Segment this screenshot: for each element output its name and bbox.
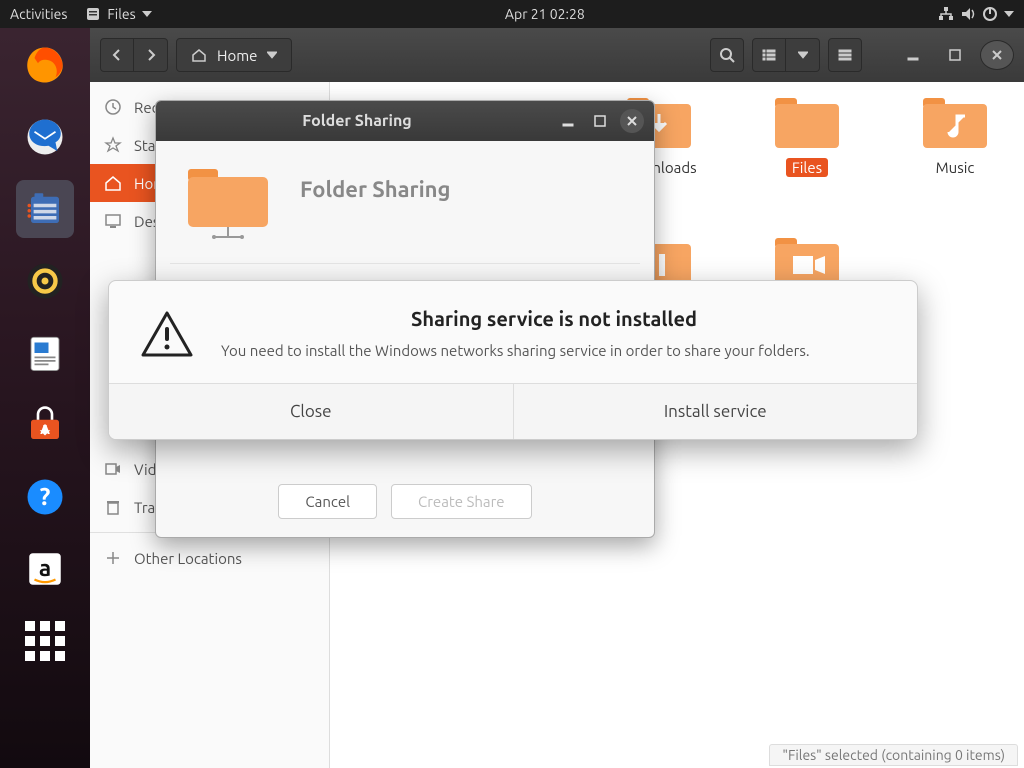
video-icon [104, 460, 122, 478]
home-icon [104, 174, 122, 192]
folder-icon [919, 92, 991, 152]
hamburger-icon [837, 47, 853, 63]
files-headerbar: Home [90, 28, 1024, 82]
window-minimize-button[interactable] [896, 38, 930, 72]
maximize-icon [594, 115, 606, 127]
dialog-title: Folder Sharing [166, 112, 548, 130]
star-icon [104, 136, 122, 154]
folder-label: Files [786, 158, 828, 177]
dialog-titlebar[interactable]: Folder Sharing [156, 101, 654, 141]
dialog-minimize-button[interactable] [556, 109, 580, 133]
chevron-down-icon [1004, 9, 1014, 19]
dock-show-apps[interactable] [16, 612, 74, 670]
alert-install-button[interactable]: Install service [513, 384, 918, 439]
dock-libreoffice-writer[interactable] [16, 324, 74, 382]
install-service-alert: Sharing service is not installed You nee… [108, 280, 918, 440]
view-dropdown-button[interactable] [786, 38, 820, 72]
chevron-down-icon [267, 50, 277, 60]
minimize-icon [562, 115, 574, 127]
window-maximize-button[interactable] [938, 38, 972, 72]
status-text: "Files" selected (containing 0 items) [782, 747, 1005, 763]
dock-help[interactable]: ? [16, 468, 74, 526]
alert-message: You need to install the Windows networks… [221, 340, 887, 361]
files-menu-icon [85, 6, 101, 22]
warning-icon [139, 307, 195, 363]
minimize-icon [906, 48, 920, 62]
activities-button[interactable]: Activities [10, 6, 67, 22]
dialog-close-button[interactable] [620, 109, 644, 133]
clock-icon [104, 98, 122, 116]
list-icon [761, 47, 777, 63]
svg-text:?: ? [40, 482, 51, 510]
sidebar-item-label: Other Locations [134, 550, 242, 567]
folder-icon [771, 92, 843, 152]
close-icon [626, 115, 638, 127]
shared-folder-icon [180, 163, 276, 247]
dock-amazon[interactable]: a [16, 540, 74, 598]
status-bar: "Files" selected (containing 0 items) [769, 744, 1018, 766]
svg-text:a: a [39, 556, 51, 581]
dock-software[interactable]: A [16, 396, 74, 454]
chevron-down-icon [142, 9, 152, 19]
dialog-heading: Folder Sharing [300, 177, 451, 202]
search-icon [719, 47, 735, 63]
dock-firefox[interactable] [16, 36, 74, 94]
folder-label: Music [930, 158, 981, 177]
search-button[interactable] [710, 38, 744, 72]
alert-close-button[interactable]: Close [109, 384, 513, 439]
app-menu[interactable]: Files [85, 6, 151, 22]
power-icon [982, 6, 998, 22]
maximize-icon [948, 48, 962, 62]
app-menu-label: Files [107, 6, 135, 22]
path-bar[interactable]: Home [176, 38, 292, 72]
alert-title: Sharing service is not installed [221, 307, 887, 330]
top-bar: Activities Files Apr 21 02:28 [0, 0, 1024, 28]
launcher-dock: A ? a [0, 28, 90, 768]
window-close-button[interactable] [980, 40, 1014, 70]
close-icon [991, 49, 1003, 61]
dock-thunderbird[interactable] [16, 108, 74, 166]
folder-music[interactable]: Music [912, 92, 998, 177]
home-icon [191, 47, 207, 63]
trash-icon [104, 498, 122, 516]
menu-button[interactable] [828, 38, 862, 72]
volume-icon [960, 6, 976, 22]
dock-rhythmbox[interactable] [16, 252, 74, 310]
cancel-button[interactable]: Cancel [278, 484, 377, 519]
sidebar-item-other-locations[interactable]: Other Locations [90, 539, 329, 577]
chevron-down-icon [798, 50, 808, 60]
dock-files[interactable] [16, 180, 74, 238]
dialog-maximize-button[interactable] [588, 109, 612, 133]
nav-forward-button[interactable] [134, 38, 168, 72]
path-label: Home [217, 47, 257, 64]
desktop-icon [104, 212, 122, 230]
svg-text:A: A [40, 421, 50, 437]
create-share-button[interactable]: Create Share [391, 484, 532, 519]
plus-icon [104, 549, 122, 567]
clock[interactable]: Apr 21 02:28 [505, 6, 585, 22]
folder-files[interactable]: Files [764, 92, 850, 177]
network-icon [938, 6, 954, 22]
nav-back-button[interactable] [100, 38, 134, 72]
view-list-button[interactable] [752, 38, 786, 72]
system-tray[interactable] [938, 6, 1014, 22]
